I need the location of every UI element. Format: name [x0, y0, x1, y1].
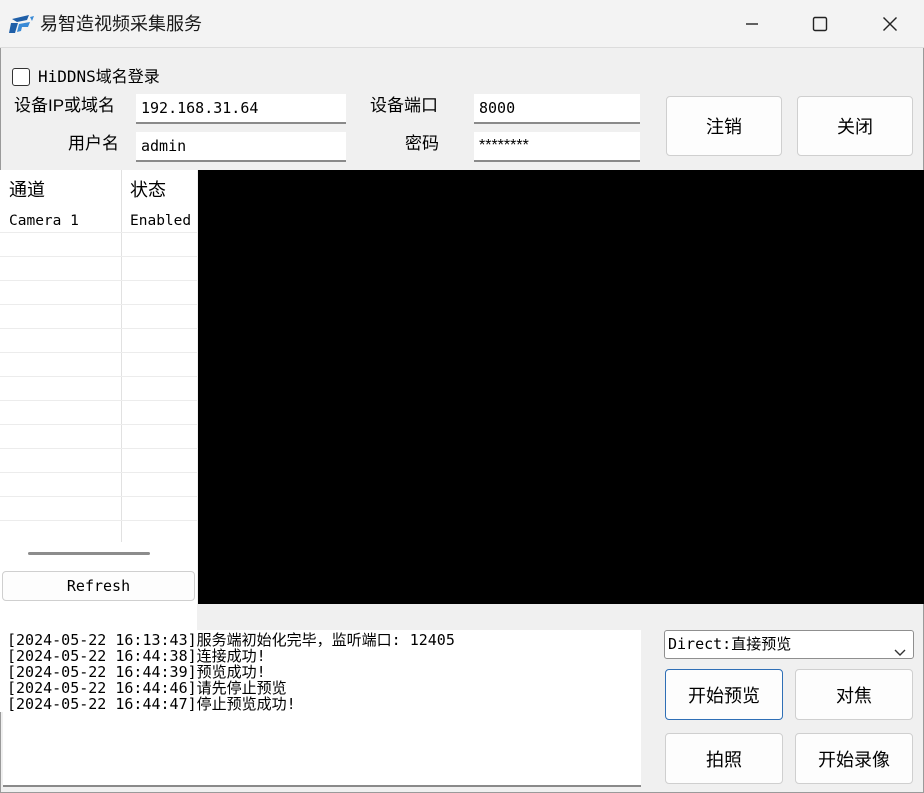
close-button[interactable] [858, 0, 922, 48]
title-separator [0, 47, 924, 48]
hiddns-label: HiDDNS域名登录 [38, 67, 160, 86]
port-label: 设备端口 [370, 96, 438, 115]
log-line: [2024-05-22 16:13:43]服务端初始化完毕，监听端口: 1240… [7, 631, 455, 649]
start-preview-button[interactable]: 开始预览 [665, 669, 783, 720]
row-divider [0, 400, 197, 401]
row-divider [0, 304, 197, 305]
focus-button[interactable]: 对焦 [795, 669, 913, 720]
table-row[interactable]: Camera 1 Enabled [0, 210, 197, 234]
ip-label: 设备IP或域名 [14, 96, 116, 115]
status-cell: Enabled [130, 213, 192, 229]
horizontal-scrollbar[interactable] [28, 552, 150, 555]
log-line: [2024-05-22 16:44:47]停止预览成功! [7, 695, 296, 713]
app-logo-icon [9, 12, 35, 36]
row-divider [0, 352, 197, 353]
hiddns-checkbox[interactable] [12, 68, 30, 86]
video-preview[interactable] [198, 170, 924, 604]
log-line: [2024-05-22 16:44:46]请先停止预览 [7, 679, 287, 697]
row-divider [0, 472, 197, 473]
row-divider [0, 376, 197, 377]
refresh-button[interactable]: Refresh [2, 571, 195, 601]
maximize-icon [812, 16, 828, 32]
maximize-button[interactable] [788, 0, 852, 48]
row-divider [0, 328, 197, 329]
row-divider [0, 232, 197, 233]
column-header-status[interactable]: 状态 [130, 172, 166, 208]
port-input[interactable]: 8000 [474, 94, 640, 124]
username-input[interactable]: admin [136, 132, 346, 162]
row-divider [0, 280, 197, 281]
log-line: [2024-05-22 16:44:39]预览成功! [7, 663, 266, 681]
preview-mode-select[interactable]: Direct:直接预览 [664, 630, 914, 659]
minimize-icon [744, 16, 760, 32]
row-divider [0, 520, 197, 521]
channel-list[interactable] [0, 170, 197, 712]
chevron-down-icon [893, 640, 907, 656]
log-textbox[interactable]: [2024-05-22 16:13:43]服务端初始化完毕，监听端口: 1240… [3, 630, 641, 787]
logout-button[interactable]: 注销 [666, 96, 782, 156]
preview-mode-value: Direct:直接预览 [668, 635, 792, 653]
close-app-button[interactable]: 关闭 [797, 96, 913, 156]
password-label: 密码 [405, 134, 439, 153]
row-divider [0, 424, 197, 425]
row-divider [0, 448, 197, 449]
ip-input[interactable]: 192.168.31.64 [136, 94, 346, 124]
password-input[interactable]: ******** [474, 132, 640, 162]
username-label: 用户名 [68, 134, 119, 153]
minimize-button[interactable] [720, 0, 784, 48]
snapshot-button[interactable]: 拍照 [665, 733, 783, 784]
row-divider [0, 256, 197, 257]
column-header-channel[interactable]: 通道 [9, 172, 45, 208]
channel-cell: Camera 1 [9, 213, 79, 229]
close-icon [882, 16, 898, 32]
title-bar: 易智造视频采集服务 [0, 0, 924, 48]
row-divider [0, 496, 197, 497]
log-line: [2024-05-22 16:44:38]连接成功! [7, 647, 266, 665]
window-title: 易智造视频采集服务 [40, 14, 202, 34]
start-record-button[interactable]: 开始录像 [795, 733, 913, 784]
